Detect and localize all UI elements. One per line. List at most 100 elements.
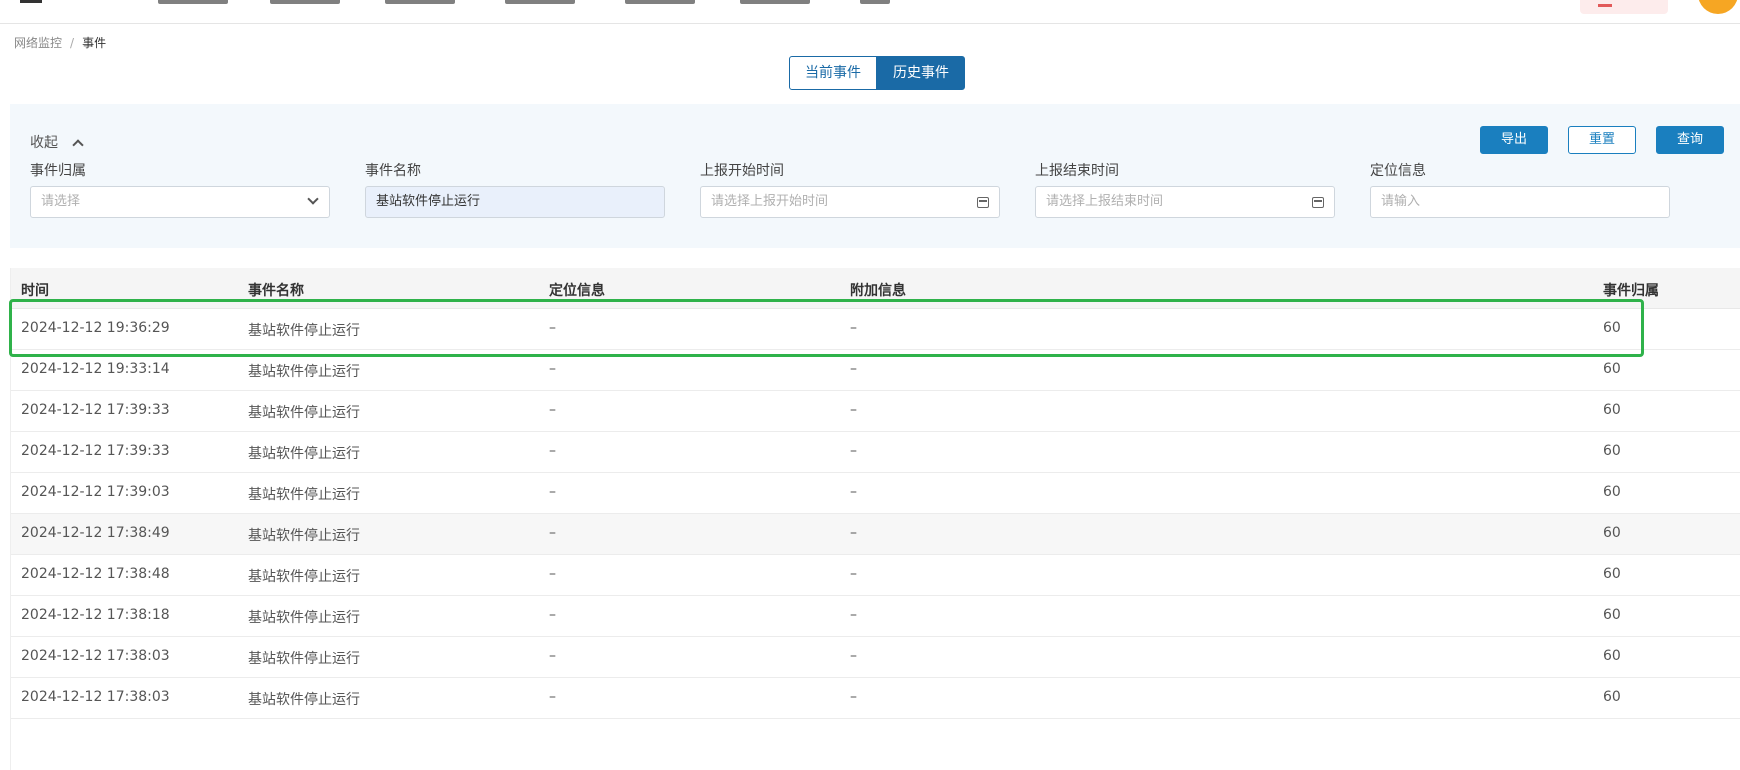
calendar-icon [977,197,989,208]
column-header-event-owner: 事件归属 [1603,283,1659,299]
column-header-extra-info: 附加信息 [850,283,906,299]
cell-location: – [549,361,556,377]
column-header-event-name: 事件名称 [248,283,304,299]
cell-event-owner: 60 [1603,484,1621,500]
cell-extra-info: – [850,402,857,418]
cell-event-owner: 60 [1603,648,1621,664]
start-time-placeholder: 请选择上报开始时间 [711,194,829,209]
table-row[interactable]: 2024-12-12 17:39:03 基站软件停止运行 – – 60 [11,473,1740,514]
cell-location: – [549,402,556,418]
location-input[interactable]: 请输入 [1370,186,1670,218]
nav-item[interactable] [625,0,695,4]
nav-item[interactable] [740,0,810,4]
cell-event-owner: 60 [1603,689,1621,705]
query-button[interactable]: 查询 [1656,126,1724,154]
cell-extra-info: – [850,525,857,541]
event-owner-select[interactable]: 请选择 [30,186,330,218]
table-row[interactable]: 2024-12-12 17:38:18 基站软件停止运行 – – 60 [11,596,1740,637]
cell-location: – [549,484,556,500]
field-label-event-owner: 事件归属 [30,163,86,179]
cell-extra-info: – [850,484,857,500]
breadcrumb-separator: / [70,36,75,50]
cell-event-owner: 60 [1603,607,1621,623]
cell-extra-info: – [850,648,857,664]
nav-item[interactable] [270,0,340,4]
reset-button[interactable]: 重置 [1568,126,1636,154]
cell-location: – [549,607,556,623]
cell-time: 2024-12-12 17:38:49 [21,525,170,541]
table-row[interactable]: 2024-12-12 17:39:33 基站软件停止运行 – – 60 [11,391,1740,432]
end-time-placeholder: 请选择上报结束时间 [1046,194,1164,209]
cell-location: – [549,689,556,705]
table-row[interactable]: 2024-12-12 19:33:14 基站软件停止运行 – – 60 [11,350,1740,391]
tab-current-events[interactable]: 当前事件 [789,56,877,90]
chevron-down-icon [307,193,319,205]
cell-location: – [549,566,556,582]
nav-item[interactable] [385,0,455,4]
calendar-icon [1312,197,1324,208]
cell-time: 2024-12-12 17:39:33 [21,402,170,418]
table-row[interactable]: 2024-12-12 17:38:03 基站软件停止运行 – – 60 [11,678,1740,719]
cell-extra-info: – [850,443,857,459]
cell-extra-info: – [850,566,857,582]
event-name-value: 基站软件停止运行 [376,194,481,209]
table-row[interactable]: 2024-12-12 17:38:49 基站软件停止运行 – – 60 [11,514,1740,555]
export-button[interactable]: 导出 [1480,126,1548,154]
nav-item[interactable] [860,0,890,4]
cell-event-owner: 60 [1603,402,1621,418]
breadcrumb-parent[interactable]: 网络监控 [14,36,62,50]
cell-event-owner: 60 [1603,443,1621,459]
cell-event-name: 基站软件停止运行 [248,692,360,708]
event-tabs: 当前事件 历史事件 [789,56,965,90]
event-table: 时间 事件名称 定位信息 附加信息 事件归属 2024-12-12 19:36:… [10,268,1740,770]
avatar[interactable] [1698,0,1738,14]
hamburger-menu-icon[interactable] [20,0,42,3]
cell-location: – [549,320,556,336]
cell-time: 2024-12-12 17:38:48 [21,566,170,582]
cell-extra-info: – [850,607,857,623]
field-label-start-time: 上报开始时间 [700,163,784,179]
top-nav-bar [0,0,1740,24]
cell-event-owner: 60 [1603,361,1621,377]
field-label-event-name: 事件名称 [365,163,421,179]
cell-time: 2024-12-12 17:39:03 [21,484,170,500]
cell-event-name: 基站软件停止运行 [248,323,360,339]
field-label-end-time: 上报结束时间 [1035,163,1119,179]
cell-extra-info: – [850,361,857,377]
cell-time: 2024-12-12 19:36:29 [21,320,170,336]
nav-item[interactable] [158,0,228,4]
table-row[interactable]: 2024-12-12 17:38:48 基站软件停止运行 – – 60 [11,555,1740,596]
column-header-time: 时间 [21,283,49,299]
cell-event-owner: 60 [1603,525,1621,541]
cell-extra-info: – [850,689,857,705]
cell-event-name: 基站软件停止运行 [248,569,360,585]
cell-event-name: 基站软件停止运行 [248,364,360,380]
alert-icon [1598,4,1612,7]
end-time-picker[interactable]: 请选择上报结束时间 [1035,186,1335,218]
table-row[interactable]: 2024-12-12 17:38:03 基站软件停止运行 – – 60 [11,637,1740,678]
table-row[interactable]: 2024-12-12 17:39:33 基站软件停止运行 – – 60 [11,432,1740,473]
cell-time: 2024-12-12 17:38:03 [21,648,170,664]
collapse-toggle[interactable]: 收起 [30,132,84,152]
table-header: 时间 事件名称 定位信息 附加信息 事件归属 [11,268,1740,309]
chevron-up-icon [72,139,84,151]
event-owner-placeholder: 请选择 [41,194,81,209]
nav-item[interactable] [505,0,575,4]
cell-event-name: 基站软件停止运行 [248,651,360,667]
field-label-location: 定位信息 [1370,163,1426,179]
cell-location: – [549,525,556,541]
start-time-picker[interactable]: 请选择上报开始时间 [700,186,1000,218]
cell-time: 2024-12-12 17:38:18 [21,607,170,623]
cell-location: – [549,443,556,459]
cell-time: 2024-12-12 17:38:03 [21,689,170,705]
event-name-input[interactable]: 基站软件停止运行 [365,186,665,218]
tab-history-events[interactable]: 历史事件 [877,56,965,90]
breadcrumb-current: 事件 [82,36,107,50]
alert-button[interactable] [1580,0,1668,14]
cell-event-owner: 60 [1603,320,1621,336]
cell-event-name: 基站软件停止运行 [248,610,360,626]
cell-event-name: 基站软件停止运行 [248,528,360,544]
cell-location: – [549,648,556,664]
breadcrumb: 网络监控 / 事件 [14,34,106,51]
table-row[interactable]: 2024-12-12 19:36:29 基站软件停止运行 – – 60 [11,309,1740,350]
